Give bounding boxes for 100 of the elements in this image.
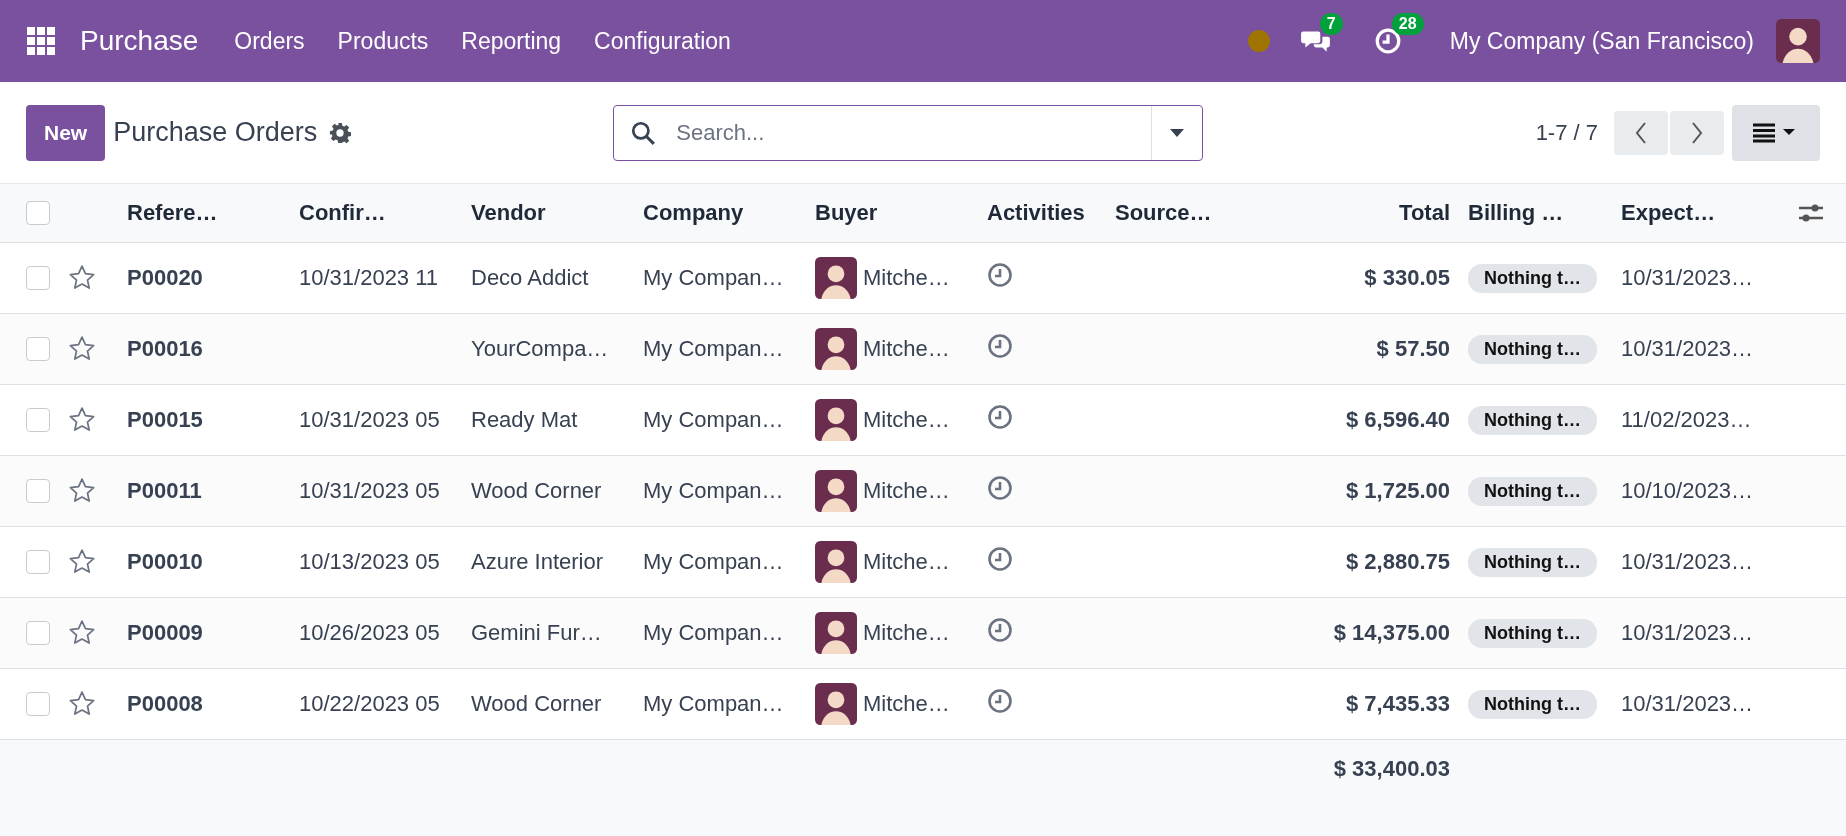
confirmation-date: 10/31/2023 05 bbox=[299, 478, 440, 503]
order-total: $ 1,725.00 bbox=[1346, 478, 1450, 503]
star-icon[interactable] bbox=[68, 548, 96, 576]
star-icon[interactable] bbox=[68, 477, 96, 505]
confirmation-date: 10/26/2023 05 bbox=[299, 620, 440, 645]
order-reference: P00009 bbox=[127, 620, 203, 645]
settings-icon[interactable] bbox=[329, 121, 352, 144]
message-count-badge: 7 bbox=[1319, 13, 1343, 35]
buyer-name: Mitche… bbox=[863, 478, 950, 504]
activity-count-badge: 28 bbox=[1391, 13, 1424, 35]
status-dot-icon bbox=[1247, 30, 1270, 52]
column-header[interactable]: Buyer bbox=[815, 200, 987, 226]
company-name: My Compan… bbox=[643, 549, 784, 574]
clock-icon[interactable] bbox=[987, 262, 1013, 288]
confirmation-date: 10/22/2023 05 bbox=[299, 691, 440, 716]
vendor-name: Wood Corner bbox=[471, 691, 602, 716]
view-switcher-button[interactable] bbox=[1732, 104, 1820, 161]
chevron-right-icon bbox=[1691, 120, 1703, 145]
expected-date: 11/02/2023… bbox=[1621, 407, 1752, 432]
company-switcher[interactable]: My Company (San Francisco) bbox=[1449, 27, 1754, 55]
order-total: $ 6,596.40 bbox=[1346, 407, 1450, 432]
row-checkbox[interactable] bbox=[26, 550, 50, 574]
column-header[interactable]: Expect… bbox=[1621, 200, 1787, 226]
user-avatar bbox=[815, 683, 857, 725]
user-avatar bbox=[815, 612, 857, 654]
order-reference: P00010 bbox=[127, 549, 203, 574]
vendor-name: Deco Addict bbox=[471, 265, 589, 290]
menu-item[interactable]: Configuration bbox=[594, 27, 731, 55]
column-header[interactable]: Activities bbox=[987, 200, 1115, 226]
star-icon[interactable] bbox=[68, 406, 96, 434]
user-avatar[interactable] bbox=[1776, 19, 1820, 63]
order-total: $ 14,375.00 bbox=[1333, 620, 1450, 645]
company-name: My Compan… bbox=[643, 265, 784, 290]
expected-date: 10/31/2023… bbox=[1621, 265, 1754, 290]
menu-item[interactable]: Reporting bbox=[461, 27, 562, 55]
select-all-checkbox[interactable] bbox=[26, 201, 50, 225]
column-header[interactable]: Company bbox=[643, 200, 815, 226]
order-total: $ 7,435.33 bbox=[1346, 691, 1450, 716]
company-name: My Compan… bbox=[643, 407, 784, 432]
expected-date: 10/31/2023… bbox=[1621, 549, 1754, 574]
vendor-name: Ready Mat bbox=[471, 407, 578, 432]
star-icon[interactable] bbox=[68, 690, 96, 718]
expected-date: 10/10/2023… bbox=[1621, 478, 1754, 503]
vendor-name: YourCompa… bbox=[471, 336, 609, 361]
chevron-left-icon bbox=[1635, 120, 1647, 145]
order-reference: P00020 bbox=[127, 265, 203, 290]
clock-icon[interactable] bbox=[987, 404, 1013, 430]
search-bar[interactable]: Search... bbox=[613, 104, 1204, 161]
app-name[interactable]: Purchase bbox=[80, 25, 199, 57]
clock-icon[interactable] bbox=[987, 546, 1013, 572]
billing-status-badge: Nothing t… bbox=[1468, 334, 1597, 364]
column-header[interactable]: Confir… bbox=[299, 200, 471, 226]
menu-item[interactable]: Products bbox=[337, 27, 429, 55]
search-field[interactable]: Search... bbox=[674, 118, 1152, 147]
billing-status-badge: Nothing t… bbox=[1468, 405, 1597, 435]
app-grid-icon[interactable] bbox=[26, 26, 56, 56]
row-checkbox[interactable] bbox=[26, 408, 50, 432]
row-checkbox[interactable] bbox=[26, 337, 50, 361]
row-checkbox[interactable] bbox=[26, 692, 50, 716]
column-header[interactable]: Total bbox=[1285, 200, 1450, 226]
column-header[interactable]: Source… bbox=[1115, 200, 1285, 226]
column-header[interactable]: Refere… bbox=[127, 200, 299, 226]
page-title: Purchase Orders bbox=[113, 117, 318, 148]
clock-icon[interactable] bbox=[987, 475, 1013, 501]
user-avatar bbox=[815, 399, 857, 441]
clock-icon[interactable] bbox=[987, 688, 1013, 714]
new-button[interactable]: New bbox=[26, 104, 106, 161]
expected-date: 10/31/2023… bbox=[1621, 691, 1754, 716]
clock-icon[interactable] bbox=[987, 333, 1013, 359]
billing-status-badge: Nothing t… bbox=[1468, 263, 1597, 293]
company-name: My Compan… bbox=[643, 478, 784, 503]
column-header[interactable]: Billing … bbox=[1450, 200, 1621, 226]
billing-status-badge: Nothing t… bbox=[1468, 476, 1597, 506]
row-checkbox[interactable] bbox=[26, 266, 50, 290]
company-name: My Compan… bbox=[643, 691, 784, 716]
column-header[interactable]: Vendor bbox=[471, 200, 643, 226]
confirmation-date: 10/31/2023 11 bbox=[299, 265, 439, 290]
user-avatar bbox=[815, 541, 857, 583]
buyer-name: Mitche… bbox=[863, 265, 950, 291]
company-name: My Compan… bbox=[643, 336, 784, 361]
menu-item[interactable]: Orders bbox=[234, 27, 305, 55]
search-icon bbox=[630, 119, 657, 146]
order-total: $ 330.05 bbox=[1364, 265, 1450, 290]
clock-icon[interactable] bbox=[987, 617, 1013, 643]
grand-total: $ 33,400.03 bbox=[1333, 756, 1450, 781]
billing-status-badge: Nothing t… bbox=[1468, 547, 1597, 577]
row-checkbox[interactable] bbox=[26, 621, 50, 645]
pager-value[interactable]: 1-7 / 7 bbox=[1535, 119, 1598, 146]
star-icon[interactable] bbox=[68, 264, 96, 292]
billing-status-badge: Nothing t… bbox=[1468, 618, 1597, 648]
order-reference: P00015 bbox=[127, 407, 203, 432]
star-icon[interactable] bbox=[68, 619, 96, 647]
buyer-name: Mitche… bbox=[863, 336, 950, 362]
user-avatar bbox=[815, 257, 857, 299]
column-settings-icon[interactable] bbox=[1799, 203, 1823, 223]
confirmation-date: 10/13/2023 05 bbox=[299, 549, 440, 574]
row-checkbox[interactable] bbox=[26, 479, 50, 503]
billing-status-badge: Nothing t… bbox=[1468, 689, 1597, 719]
star-icon[interactable] bbox=[68, 335, 96, 363]
buyer-name: Mitche… bbox=[863, 691, 950, 717]
